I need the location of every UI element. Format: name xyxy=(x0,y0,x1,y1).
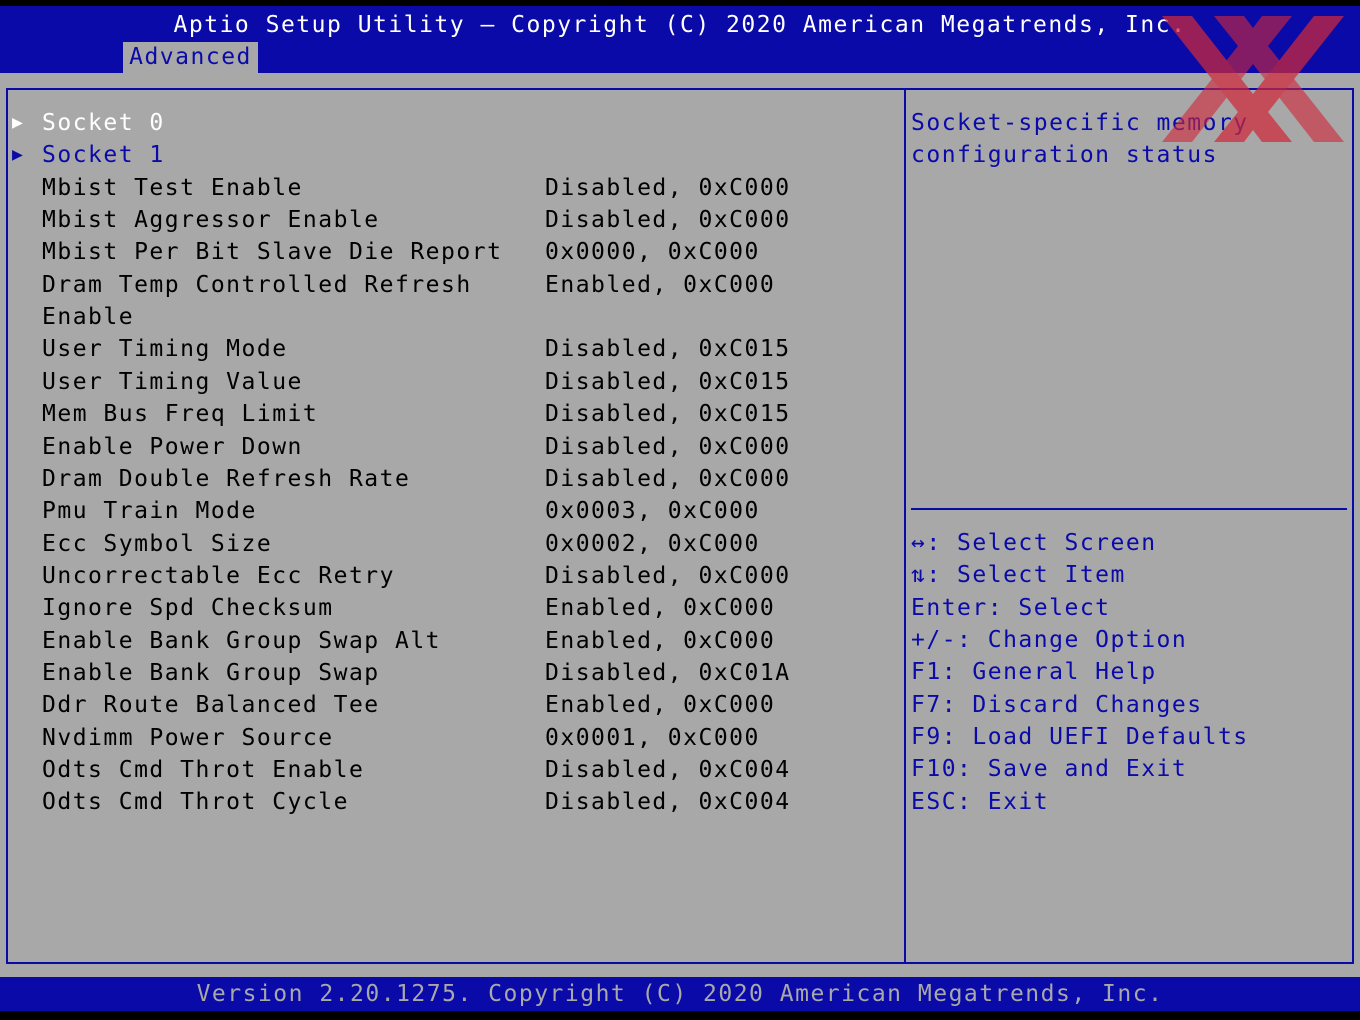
setting-label: Socket 0 xyxy=(42,110,165,136)
help-description: Socket-specific memory configuration sta… xyxy=(911,110,1249,168)
setting-label: Uncorrectable Ecc Retry xyxy=(42,562,395,589)
setting-label: Odts Cmd Throt Cycle xyxy=(42,789,349,816)
help-divider xyxy=(911,508,1347,510)
setting-label: User Timing Value xyxy=(42,368,303,395)
help-panel: Socket-specific memory configuration sta… xyxy=(906,90,1352,962)
setting-label: User Timing Mode xyxy=(42,336,288,363)
bios-screen: Aptio Setup Utility – Copyright (C) 2020… xyxy=(0,0,1360,1020)
setting-value: Disabled, 0xC015 xyxy=(545,336,791,363)
setting-value: Disabled, 0xC000 xyxy=(545,433,791,460)
setting-label: Enable Power Down xyxy=(42,433,303,460)
setting-value: 0x0001, 0xC000 xyxy=(545,724,760,751)
key-hint: F10: Save and Exit xyxy=(911,756,1188,783)
header-title: Aptio Setup Utility – Copyright (C) 2020… xyxy=(173,12,1187,38)
setting-value: Enabled, 0xC000 xyxy=(545,627,776,654)
setting-label: Enable xyxy=(42,304,135,331)
setting-value: Enabled, 0xC000 xyxy=(545,692,776,719)
setting-label: Ecc Symbol Size xyxy=(42,530,273,557)
key-hint: ⇅: Select Item xyxy=(911,562,1126,589)
submenu-triangle-icon: ▶ xyxy=(12,112,25,133)
setting-label: Ddr Route Balanced Tee xyxy=(42,692,380,719)
setting-value: Disabled, 0xC015 xyxy=(545,368,791,395)
header-bar: Aptio Setup Utility – Copyright (C) 2020… xyxy=(0,6,1360,73)
setting-label: Enable Bank Group Swap xyxy=(42,659,380,686)
key-hint: +/-: Change Option xyxy=(911,627,1188,654)
setting-label: Odts Cmd Throt Enable xyxy=(42,757,365,783)
setting-value: Disabled, 0xC004 xyxy=(545,757,791,783)
setting-value: 0x0002, 0xC000 xyxy=(545,530,760,557)
setting-label: Pmu Train Mode xyxy=(42,498,257,525)
setting-value: Disabled, 0xC004 xyxy=(545,789,791,816)
setting-value: Disabled, 0xC015 xyxy=(545,401,791,428)
submenu-triangle-icon: ▶ xyxy=(12,144,25,166)
footer-version: Version 2.20.1275. Copyright (C) 2020 Am… xyxy=(0,977,1360,1011)
key-hint: F9: Load UEFI Defaults xyxy=(911,724,1249,751)
setting-label: Ignore Spd Checksum xyxy=(42,595,334,622)
setting-value: Disabled, 0xC000 xyxy=(545,465,791,492)
setting-label: Socket 1 xyxy=(42,142,165,169)
setting-value: Disabled, 0xC000 xyxy=(545,174,791,201)
setting-value: Disabled, 0xC01A xyxy=(545,659,791,686)
setting-value: Disabled, 0xC000 xyxy=(545,562,791,589)
setting-value: Enabled, 0xC000 xyxy=(545,595,776,622)
setting-value: Disabled, 0xC000 xyxy=(545,207,791,234)
setting-label: Dram Temp Controlled Refresh xyxy=(42,271,472,298)
setting-label: Mem Bus Freq Limit xyxy=(42,401,319,428)
key-hint: F1: General Help xyxy=(911,659,1157,686)
key-hint: F7: Discard Changes xyxy=(911,691,1203,718)
bottom-border xyxy=(0,1011,1360,1020)
setting-label: Nvdimm Power Source xyxy=(42,724,334,751)
setting-label: Mbist Aggressor Enable xyxy=(42,207,380,234)
key-hint: ESC: Exit xyxy=(911,788,1050,815)
main-frame: ▶ Socket 0 ▶ Socket 1 Mbist Test Enable Disab… xyxy=(6,88,1354,964)
setting-label: Mbist Test Enable xyxy=(42,174,303,201)
key-hint: ↔: Select Screen xyxy=(911,530,1157,556)
setting-value: 0x0003, 0xC000 xyxy=(545,498,760,525)
settings-list: ▶ Socket 0 ▶ Socket 1 Mbist Test Enable Disab… xyxy=(8,90,906,962)
setting-label: Dram Double Refresh Rate xyxy=(42,465,411,492)
setting-label: Mbist Per Bit Slave Die Report xyxy=(42,239,503,266)
setting-value: 0x0000, 0xC000 xyxy=(545,239,760,266)
setting-value: Enabled, 0xC000 xyxy=(545,271,776,298)
setting-label: Enable Bank Group Swap Alt xyxy=(42,627,442,654)
tab-advanced[interactable]: Advanced xyxy=(123,42,258,73)
key-hint: Enter: Select xyxy=(911,594,1111,621)
